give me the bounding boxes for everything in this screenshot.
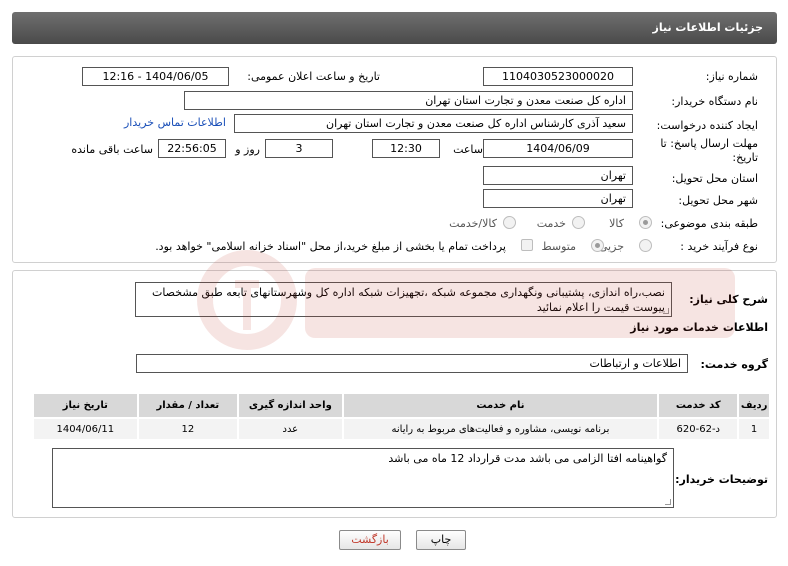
- resize-handle-icon[interactable]: [663, 308, 669, 314]
- remaining-time-field: 22:56:05: [158, 139, 226, 158]
- table-header-row: ردیف کد خدمت نام خدمت واحد اندازه گیری ت…: [32, 392, 771, 419]
- summary-textarea: نصب،راه اندازی، پشتیبانی ونگهداری مجموعه…: [135, 282, 672, 317]
- buyer-notes-text: گواهینامه افتا الزامی می باشد مدت قراردا…: [388, 452, 667, 465]
- cell-service-code: د-62-620: [657, 417, 740, 441]
- process-radio-minor[interactable]: [639, 239, 652, 252]
- delivery-province-field: تهران: [483, 166, 633, 185]
- need-number-field: 1104030523000020: [483, 67, 633, 86]
- table-row: 1 د-62-620 برنامه نویسی، مشاوره و فعالیت…: [32, 417, 771, 441]
- cell-need-date: 1404/06/11: [32, 417, 139, 441]
- col-quantity: تعداد / مقدار: [136, 392, 240, 419]
- buyer-notes-label: توضیحات خریدار:: [675, 473, 768, 486]
- delivery-province-label: استان محل تحویل:: [671, 172, 758, 185]
- col-row: ردیف: [737, 392, 771, 419]
- delivery-city-label: شهر محل تحویل:: [678, 194, 758, 207]
- cell-quantity: 12: [136, 417, 240, 441]
- remaining-time-label: ساعت باقی مانده: [71, 143, 153, 156]
- category-radio-goods-service[interactable]: [503, 216, 516, 229]
- service-group-field: اطلاعات و ارتباطات: [136, 354, 688, 373]
- deadline-time-label: ساعت: [453, 143, 483, 156]
- creator-field: سعید آذری کارشناس اداره کل صنعت معدن و ت…: [234, 114, 633, 133]
- buyer-notes-textarea: گواهینامه افتا الزامی می باشد مدت قراردا…: [52, 448, 674, 508]
- category-label: طبقه بندی موضوعی:: [660, 217, 758, 230]
- days-label: روز و: [235, 143, 260, 156]
- deadline-label-date: تاریخ:: [732, 151, 758, 164]
- cell-service-name: برنامه نویسی، مشاوره و فعالیت‌های مربوط …: [341, 417, 660, 441]
- deadline-time-field: 12:30: [372, 139, 440, 158]
- deadline-label: مهلت ارسال پاسخ: تا: [660, 137, 758, 150]
- category-radio-goods[interactable]: [639, 216, 652, 229]
- announce-date-label: تاریخ و ساعت اعلان عمومی:: [247, 70, 380, 83]
- creator-label: ایجاد کننده درخواست:: [656, 119, 758, 132]
- buyer-org-field: اداره کل صنعت معدن و تجارت استان تهران: [184, 91, 633, 110]
- payment-note: پرداخت تمام یا بخشی از مبلغ خرید،از محل …: [155, 240, 506, 253]
- summary-label: شرح کلی نیاز:: [689, 293, 768, 306]
- page-header: جزئیات اطلاعات نیاز: [12, 12, 777, 44]
- process-label: نوع فرآیند خرید :: [680, 240, 758, 253]
- col-service-code: کد خدمت: [657, 392, 740, 419]
- cell-row: 1: [737, 417, 771, 441]
- col-unit: واحد اندازه گیری: [237, 392, 344, 419]
- category-option-service: خدمت: [536, 217, 566, 230]
- category-option-goods-service: کالا/خدمت: [449, 217, 497, 230]
- summary-text: نصب،راه اندازی، پشتیبانی ونگهداری مجموعه…: [151, 286, 665, 314]
- col-need-date: تاریخ نیاز: [32, 392, 139, 419]
- print-button[interactable]: چاپ: [416, 530, 466, 550]
- cell-unit: عدد: [237, 417, 344, 441]
- category-radio-service[interactable]: [572, 216, 585, 229]
- deadline-date-field: 1404/06/09: [483, 139, 633, 158]
- services-section-title: اطلاعات خدمات مورد نیاز: [630, 321, 768, 334]
- services-table: ردیف کد خدمت نام خدمت واحد اندازه گیری ت…: [32, 392, 771, 441]
- buyer-contact-link[interactable]: اطلاعات تماس خریدار: [124, 116, 226, 129]
- resize-handle-icon[interactable]: [665, 499, 671, 505]
- need-info-panel: [12, 56, 777, 263]
- need-number-label: شماره نیاز:: [705, 70, 758, 83]
- announce-date-field: 1404/06/05 - 12:16: [82, 67, 229, 86]
- col-service-name: نام خدمت: [341, 392, 660, 419]
- delivery-city-field: تهران: [483, 189, 633, 208]
- treasury-payment-checkbox[interactable]: [521, 239, 533, 251]
- process-radio-medium[interactable]: [591, 239, 604, 252]
- service-group-label: گروه خدمت:: [700, 358, 768, 371]
- process-option-medium: متوسط: [541, 240, 576, 253]
- category-option-goods: کالا: [609, 217, 624, 230]
- buyer-org-label: نام دستگاه خریدار:: [671, 95, 758, 108]
- days-field: 3: [265, 139, 333, 158]
- back-button[interactable]: بازگشت: [339, 530, 401, 550]
